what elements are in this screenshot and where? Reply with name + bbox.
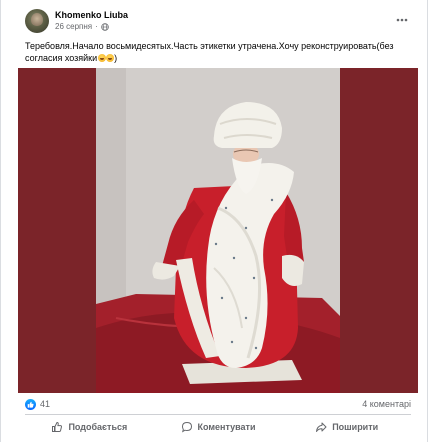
grinning-face-icon [97, 53, 106, 62]
post-header: Khomenko Liuba 26 серпня · [25, 9, 415, 37]
globe-icon [101, 22, 109, 31]
post-caption: Теребовля.Начало восьмидесятых.Часть эти… [25, 41, 403, 64]
share-button[interactable]: Поширити [282, 416, 411, 438]
grinning-face-icon [106, 53, 115, 62]
comments-count[interactable]: 4 коментарі [362, 399, 411, 409]
share-button-label: Поширити [332, 422, 379, 432]
like-reaction-icon[interactable] [25, 399, 36, 410]
author-avatar[interactable] [25, 9, 49, 33]
caption-end: ) [114, 52, 118, 63]
post-actions: Подобається Коментувати Поширити [25, 416, 411, 438]
reactions-bar: 41 4 коментарі [25, 398, 411, 412]
post-date[interactable]: 26 серпня [55, 22, 92, 31]
author-name[interactable]: Khomenko Liuba [55, 10, 128, 20]
actions-divider [25, 414, 411, 415]
comment-icon [181, 421, 192, 433]
like-button-label: Подобається [68, 422, 128, 432]
comment-button[interactable]: Коментувати [154, 416, 283, 438]
thumbs-up-icon [27, 401, 34, 408]
post-photo[interactable] [18, 68, 418, 393]
share-icon [316, 422, 327, 432]
post-meta: 26 серпня · [55, 22, 109, 31]
date-separator: · [95, 22, 98, 31]
more-options-button[interactable] [393, 12, 411, 28]
ded-moroz-photo [96, 68, 340, 393]
like-count[interactable]: 41 [40, 399, 50, 409]
caption-text: Теребовля.Начало восьмидесятых.Часть эти… [25, 41, 394, 63]
like-button[interactable]: Подобається [25, 416, 154, 438]
comment-button-label: Коментувати [197, 422, 256, 432]
photo-illustration [96, 68, 340, 393]
feed-post: Khomenko Liuba 26 серпня · Теребовля.Нач… [0, 0, 428, 442]
thumbs-up-icon [52, 421, 63, 432]
more-horizontal-icon [396, 18, 408, 22]
